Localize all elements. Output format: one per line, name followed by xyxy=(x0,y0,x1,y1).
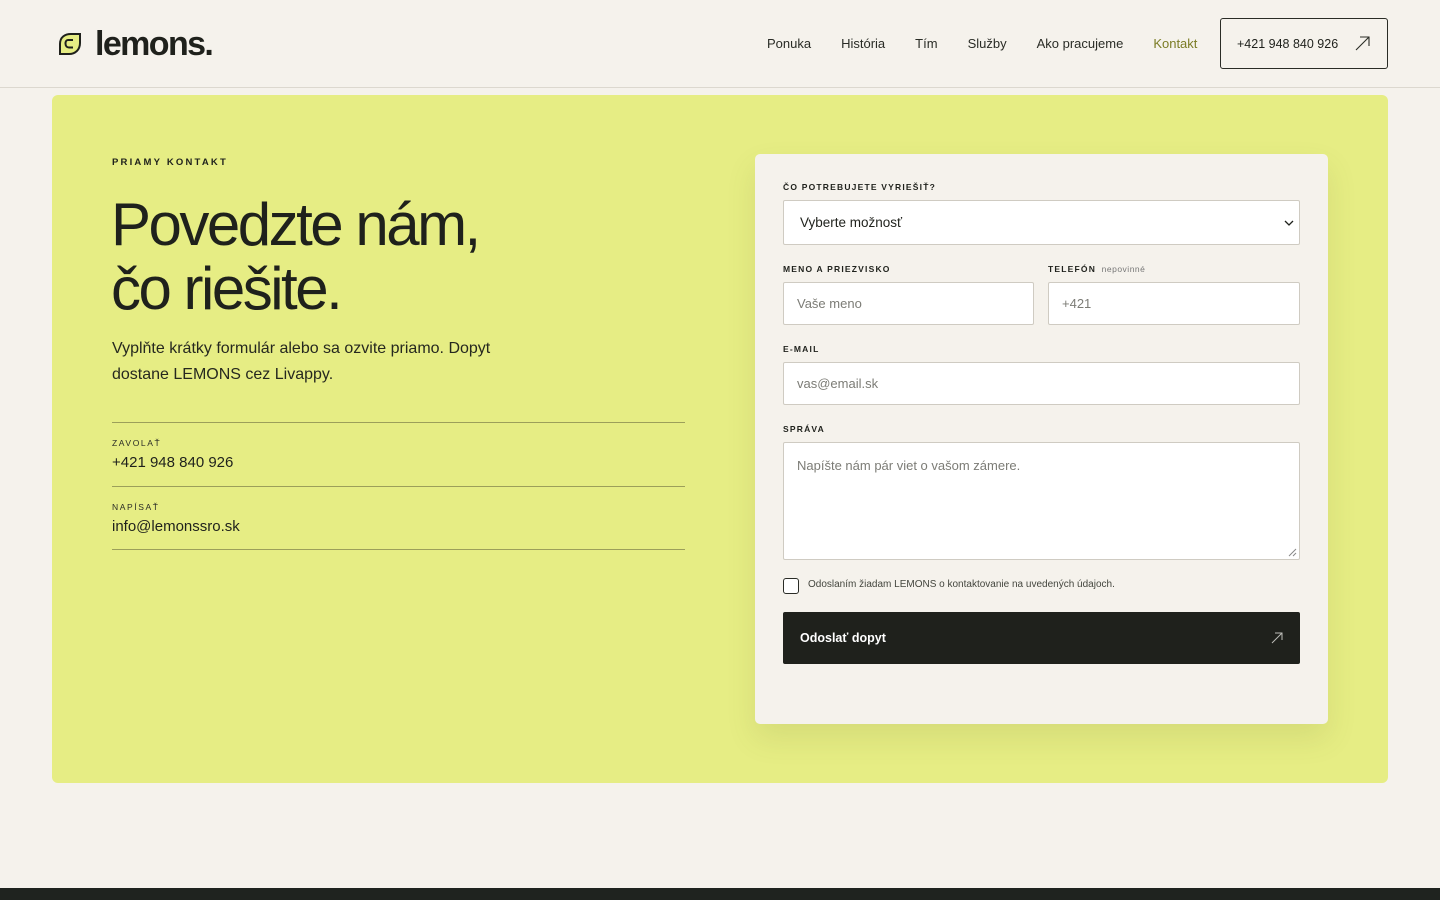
header-phone-label: +421 948 840 926 xyxy=(1237,36,1339,51)
arrow-up-right-icon xyxy=(1355,36,1370,51)
contact-row-email[interactable]: NAPÍSAŤ info@lemonssro.sk xyxy=(112,486,685,550)
logo-text: lemons. xyxy=(95,24,214,63)
page-title: Povedzte nám, čo riešite. xyxy=(111,193,551,321)
name-placeholder: Vaše meno xyxy=(797,296,862,311)
consent-text: Odoslaním žiadam LEMONS o kontaktovanie … xyxy=(808,579,1115,590)
contact-panel: PRIAMY KONTAKT Povedzte nám, čo riešite.… xyxy=(52,95,1388,783)
contact-row-phone[interactable]: ZAVOLAŤ +421 948 840 926 xyxy=(112,422,685,486)
footer-band xyxy=(0,888,1440,900)
phone-label: TELEFÓN nepovinné xyxy=(1048,264,1145,274)
nav-item-ponuka[interactable]: Ponuka xyxy=(767,36,811,51)
consent-checkbox[interactable] xyxy=(783,578,799,594)
section-eyebrow: PRIAMY KONTAKT xyxy=(112,157,228,168)
message-placeholder: Napíšte nám pár viet o vašom zámere. xyxy=(797,458,1021,473)
email-label: E-MAIL xyxy=(783,344,820,354)
logo[interactable]: lemons. xyxy=(57,24,214,63)
phone-placeholder: +421 xyxy=(1062,296,1092,311)
nav-item-tim[interactable]: Tím xyxy=(915,36,937,51)
arrow-up-right-icon xyxy=(1271,632,1283,644)
nav-item-ako-pracujeme[interactable]: Ako pracujeme xyxy=(1037,36,1124,51)
header-phone-button[interactable]: +421 948 840 926 xyxy=(1220,18,1388,69)
email-placeholder: vas@email.sk xyxy=(797,376,879,391)
topic-selected-value: Vyberte možnosť xyxy=(800,215,903,230)
site-header: lemons. Ponuka História Tím Služby Ako p… xyxy=(0,0,1440,88)
main-nav: Ponuka História Tím Služby Ako pracujeme… xyxy=(767,36,1227,51)
contact-form: ČO POTREBUJETE VYRIEŠIŤ? Vyberte možnosť… xyxy=(755,154,1328,724)
contact-label: NAPÍSAŤ xyxy=(112,502,160,512)
topic-select[interactable]: Vyberte možnosť xyxy=(783,200,1300,245)
phone-input[interactable]: +421 xyxy=(1048,282,1300,325)
resize-handle-icon[interactable] xyxy=(1288,548,1297,557)
title-line-2: čo riešite. xyxy=(111,255,343,322)
submit-button[interactable]: Odoslať dopyt xyxy=(783,612,1300,664)
chevron-down-icon xyxy=(1284,220,1294,226)
name-input[interactable]: Vaše meno xyxy=(783,282,1034,325)
lemon-logo-icon xyxy=(59,33,81,55)
name-label: MENO A PRIEZVISKO xyxy=(783,264,891,274)
nav-item-historia[interactable]: História xyxy=(841,36,885,51)
optional-hint: nepovinné xyxy=(1101,264,1146,274)
phone-label-text: TELEFÓN xyxy=(1048,264,1097,274)
submit-label: Odoslať dopyt xyxy=(800,631,886,645)
nav-item-kontakt[interactable]: Kontakt xyxy=(1153,36,1197,51)
topic-label: ČO POTREBUJETE VYRIEŠIŤ? xyxy=(783,182,937,192)
contact-email-link[interactable]: info@lemonssro.sk xyxy=(112,518,240,535)
nav-item-sluzby[interactable]: Služby xyxy=(968,36,1007,51)
title-line-1: Povedzte nám, xyxy=(111,191,481,258)
contact-phone-link[interactable]: +421 948 840 926 xyxy=(112,454,233,471)
lead-text: Vyplňte krátky formulár alebo sa ozvite … xyxy=(112,340,491,383)
message-textarea[interactable]: Napíšte nám pár viet o vašom zámere. xyxy=(783,442,1300,560)
email-input[interactable]: vas@email.sk xyxy=(783,362,1300,405)
contact-label: ZAVOLAŤ xyxy=(112,438,162,448)
message-label: SPRÁVA xyxy=(783,424,825,434)
